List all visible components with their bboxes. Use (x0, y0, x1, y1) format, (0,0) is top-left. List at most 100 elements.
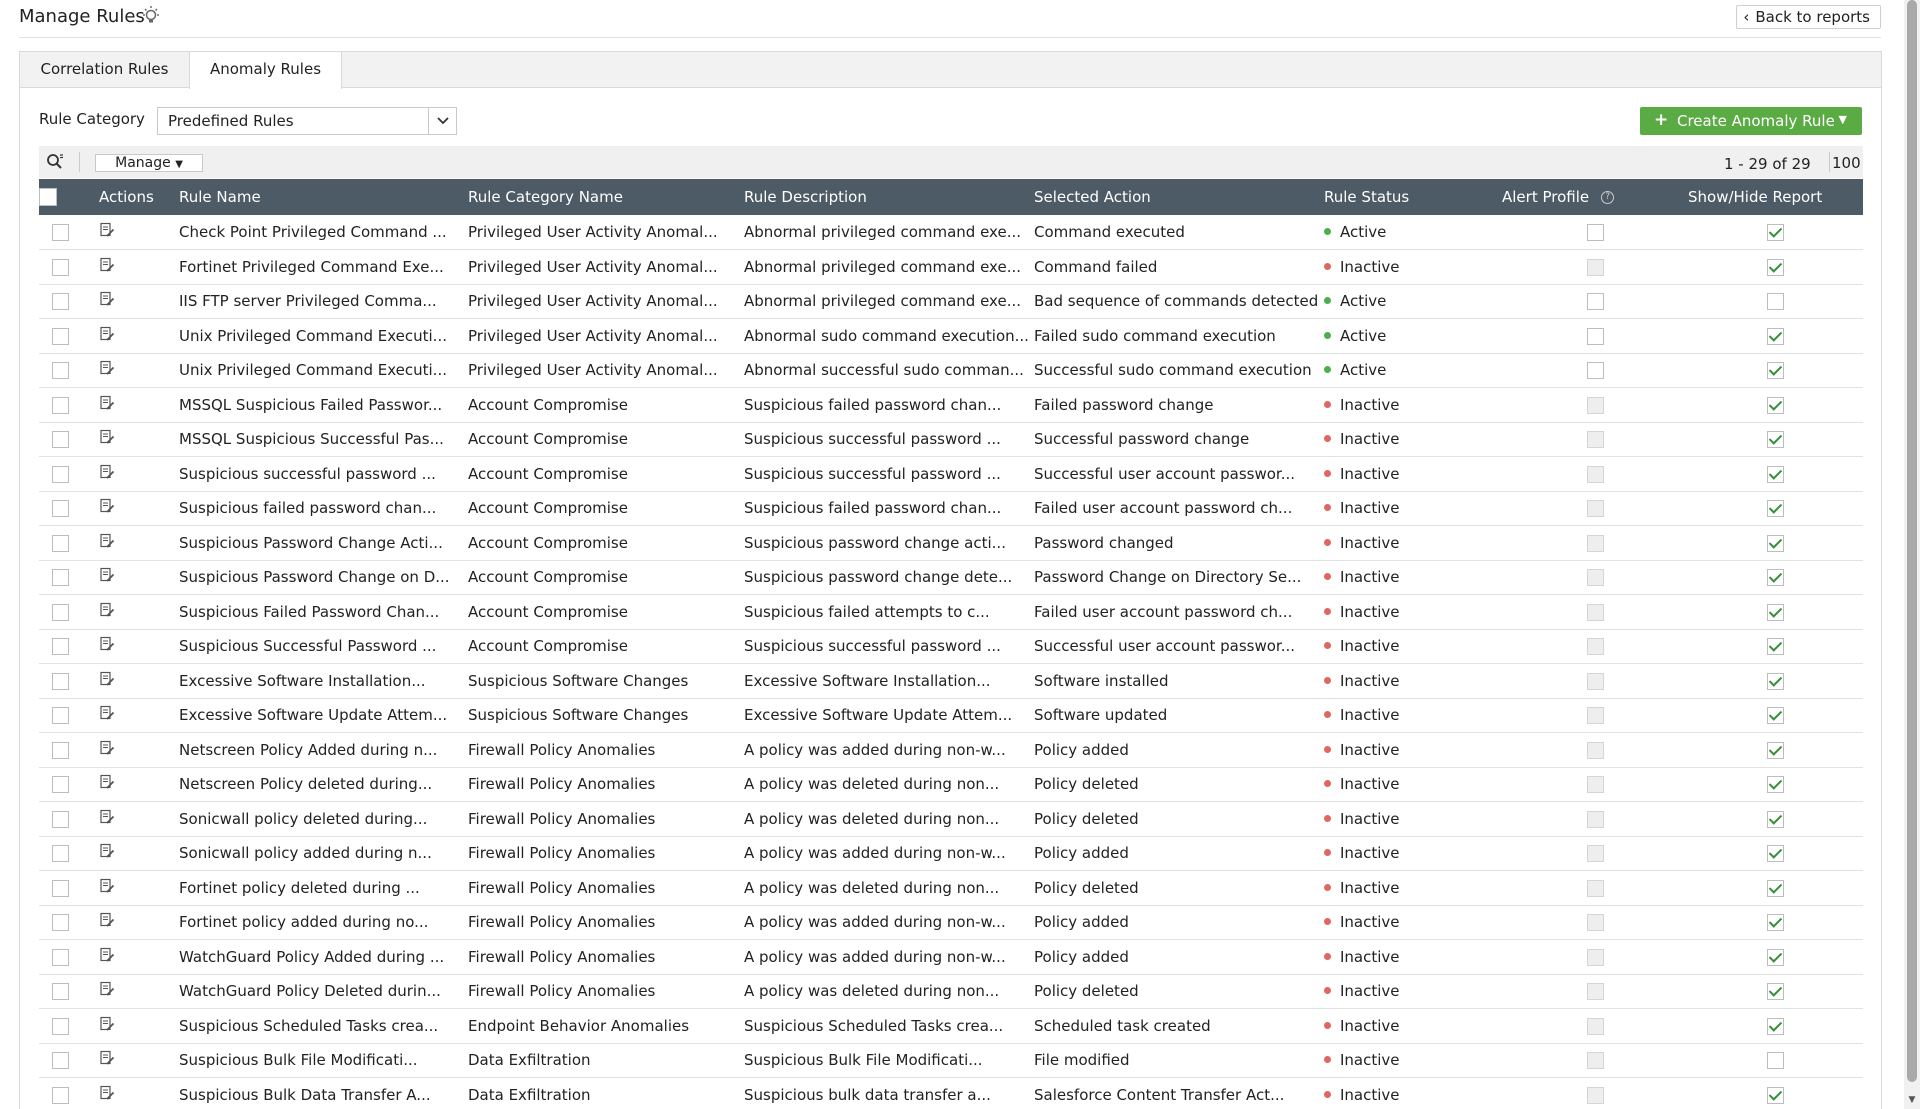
col-rule-status[interactable]: Rule Status (1324, 179, 1502, 215)
rule-name-cell[interactable]: Suspicious failed password chan... (179, 491, 468, 526)
edit-rule-icon[interactable] (99, 844, 115, 863)
show-hide-report-checkbox[interactable] (1767, 983, 1784, 1001)
create-anomaly-rule-button[interactable]: + Create Anomaly Rule ▼ (1640, 107, 1862, 135)
col-selected-action[interactable]: Selected Action (1034, 179, 1324, 215)
scrollbar-thumb[interactable] (1907, 0, 1917, 1082)
row-checkbox[interactable] (51, 1052, 69, 1070)
rule-name-cell[interactable]: Unix Privileged Command Executi... (179, 318, 468, 354)
show-hide-report-checkbox[interactable] (1767, 500, 1784, 518)
row-checkbox[interactable] (51, 465, 69, 483)
table-row[interactable]: Suspicious Password Change Acti... Accoun… (39, 525, 1863, 561)
alert-profile-checkbox[interactable] (1586, 327, 1604, 345)
rule-name-cell[interactable]: MSSQL Suspicious Successful Pas... (179, 422, 468, 457)
row-checkbox[interactable] (51, 603, 69, 621)
edit-rule-icon[interactable] (99, 1016, 115, 1036)
edit-rule-icon[interactable] (99, 878, 115, 898)
show-hide-report-checkbox[interactable] (1767, 465, 1784, 483)
row-checkbox[interactable] (51, 638, 69, 656)
show-hide-report-checkbox[interactable] (1767, 603, 1784, 621)
edit-rule-icon[interactable] (99, 499, 115, 518)
rule-name-cell[interactable]: Suspicious Password Change Acti... (179, 525, 468, 561)
show-hide-report-checkbox[interactable] (1767, 638, 1784, 656)
row-checkbox[interactable] (51, 569, 69, 587)
rule-name-cell[interactable]: Fortinet Privileged Command Exe... (179, 249, 468, 285)
scroll-down-arrow-icon[interactable]: ▼ (1907, 1095, 1917, 1105)
show-hide-report-checkbox[interactable] (1767, 534, 1784, 552)
edit-rule-icon[interactable] (99, 1085, 115, 1105)
table-row[interactable]: Sonicwall policy deleted during... Firewa… (39, 801, 1863, 837)
table-row[interactable]: WatchGuard Policy Deleted durin... Firewa… (39, 974, 1863, 1009)
row-checkbox[interactable] (51, 1017, 69, 1035)
edit-rule-icon[interactable] (99, 740, 115, 760)
table-row[interactable]: WatchGuard Policy Added during ... Firewa… (39, 939, 1863, 975)
row-checkbox[interactable] (51, 810, 69, 828)
show-hide-report-checkbox[interactable] (1767, 396, 1784, 414)
rule-name-cell[interactable]: MSSQL Suspicious Failed Passwor... (179, 387, 468, 423)
table-row[interactable]: Suspicious Bulk Data Transfer A... Data E… (39, 1077, 1863, 1109)
edit-rule-icon[interactable] (99, 671, 115, 691)
row-checkbox[interactable] (51, 1086, 69, 1104)
rule-name-cell[interactable]: Unix Privileged Command Executi... (179, 353, 468, 388)
table-row[interactable]: Suspicious Password Change on D... Accoun… (39, 560, 1863, 595)
table-row[interactable]: Fortinet policy deleted during ... Firewa… (39, 870, 1863, 906)
rule-name-cell[interactable]: Check Point Privileged Command ... (179, 215, 468, 250)
show-hide-report-checkbox[interactable] (1767, 948, 1784, 966)
row-checkbox[interactable] (51, 983, 69, 1001)
row-checkbox[interactable] (51, 707, 69, 725)
row-checkbox[interactable] (51, 845, 69, 863)
show-hide-report-checkbox[interactable] (1767, 431, 1784, 449)
rule-name-cell[interactable]: Excessive Software Update Attem... (179, 698, 468, 733)
rule-name-cell[interactable]: Sonicwall policy deleted during... (179, 801, 468, 837)
row-checkbox[interactable] (51, 362, 69, 380)
rule-name-cell[interactable]: Suspicious Scheduled Tasks crea... (179, 1008, 468, 1044)
edit-rule-icon[interactable] (99, 292, 115, 311)
rule-name-cell[interactable]: Netscreen Policy deleted during... (179, 767, 468, 802)
alert-profile-checkbox[interactable] (1586, 362, 1604, 380)
show-hide-report-checkbox[interactable] (1767, 741, 1784, 759)
row-checkbox[interactable] (51, 327, 69, 345)
table-row[interactable]: Sonicwall policy added during n... Firewa… (39, 836, 1863, 871)
show-hide-report-checkbox[interactable] (1767, 810, 1784, 828)
row-checkbox[interactable] (51, 224, 69, 241)
table-row[interactable]: Suspicious Failed Password Chan... Accoun… (39, 594, 1863, 630)
show-hide-report-checkbox[interactable] (1767, 224, 1784, 241)
rule-name-cell[interactable]: Suspicious Bulk Data Transfer A... (179, 1077, 468, 1109)
table-row[interactable]: Suspicious successful password ... Accoun… (39, 456, 1863, 492)
rule-name-cell[interactable]: Fortinet policy added during no... (179, 905, 468, 940)
edit-rule-icon[interactable] (99, 706, 115, 725)
vertical-scrollbar[interactable]: ▼ (1904, 0, 1920, 1109)
edit-rule-icon[interactable] (99, 1051, 115, 1070)
row-checkbox[interactable] (51, 914, 69, 932)
show-hide-report-checkbox[interactable] (1767, 362, 1784, 380)
row-checkbox[interactable] (51, 431, 69, 449)
rule-name-cell[interactable]: Excessive Software Installation... (179, 663, 468, 699)
search-icon[interactable] (46, 153, 64, 171)
edit-rule-icon[interactable] (99, 568, 115, 587)
table-row[interactable]: Netscreen Policy deleted during... Firewa… (39, 767, 1863, 802)
table-row[interactable]: Suspicious Scheduled Tasks crea... Endpoi… (39, 1008, 1863, 1044)
table-row[interactable]: Unix Privileged Command Executi... Privil… (39, 318, 1863, 354)
rule-name-cell[interactable]: IIS FTP server Privileged Comma... (179, 284, 468, 319)
row-checkbox[interactable] (51, 258, 69, 276)
show-hide-report-checkbox[interactable] (1767, 1052, 1784, 1070)
edit-rule-icon[interactable] (99, 637, 115, 656)
tab-correlation-rules[interactable]: Correlation Rules (20, 52, 189, 88)
edit-rule-icon[interactable] (99, 947, 115, 967)
rule-category-select[interactable]: Predefined Rules (157, 107, 457, 135)
rule-name-cell[interactable]: WatchGuard Policy Deleted durin... (179, 974, 468, 1009)
rule-name-cell[interactable]: Suspicious Failed Password Chan... (179, 594, 468, 630)
help-icon[interactable]: ? (1601, 191, 1615, 204)
table-row[interactable]: Fortinet Privileged Command Exe... Privil… (39, 249, 1863, 285)
table-row[interactable]: Excessive Software Installation... Suspic… (39, 663, 1863, 699)
show-hide-report-checkbox[interactable] (1767, 258, 1784, 276)
rule-name-cell[interactable]: Suspicious Password Change on D... (179, 560, 468, 595)
lightbulb-icon[interactable] (140, 5, 162, 27)
rule-name-cell[interactable]: Fortinet policy deleted during ... (179, 870, 468, 906)
alert-profile-checkbox[interactable] (1586, 224, 1604, 241)
row-checkbox[interactable] (51, 534, 69, 552)
edit-rule-icon[interactable] (99, 533, 115, 553)
table-row[interactable]: MSSQL Suspicious Successful Pas... Accoun… (39, 422, 1863, 457)
show-hide-report-checkbox[interactable] (1767, 776, 1784, 794)
row-checkbox[interactable] (51, 293, 69, 311)
table-row[interactable]: Suspicious Bulk File Modificati... Data E… (39, 1043, 1863, 1078)
